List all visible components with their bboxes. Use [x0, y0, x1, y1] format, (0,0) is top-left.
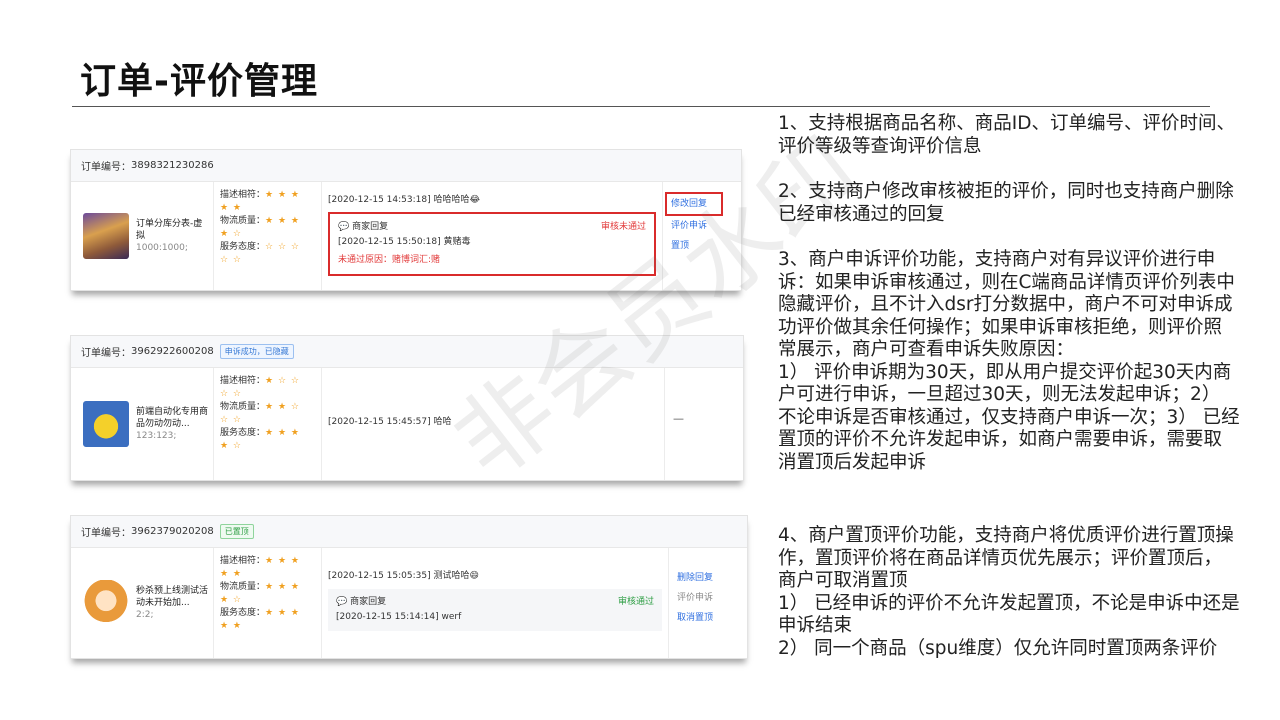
product-cell: 前端自动化专用商品勿动勿动... 123:123; — [71, 368, 214, 480]
order-number: 3898321230286 — [131, 160, 214, 171]
product-sku: 123:123; — [136, 431, 177, 441]
review-comment: [2020-12-15 14:53:18] 哈哈哈哈😂 — [328, 195, 480, 205]
star-icon: ★ ★ — [220, 569, 242, 579]
rating-desc-label: 描述相符： — [220, 376, 266, 386]
actions-cell: — — [665, 368, 743, 480]
product-thumbnail — [83, 580, 129, 626]
feature-description: 2、支持商户修改审核被拒的评价，同时也支持商户删除已经审核通过的回复 — [778, 181, 1240, 226]
review-status-badge: 审核通过 — [617, 597, 654, 607]
star-icon: ★ ☆ — [220, 595, 242, 605]
review-comment: [2020-12-15 15:05:35] 测试哈哈😄 — [328, 571, 479, 581]
order-label: 订单编号： — [81, 348, 131, 359]
page-title: 订单-评价管理 — [80, 61, 318, 102]
star-icon: ★ ★ ★ — [265, 428, 300, 438]
star-icon: ☆ ☆ — [220, 255, 242, 265]
delete-reply-link[interactable]: 删除回复 — [677, 568, 747, 588]
order-label: 订单编号： — [81, 528, 131, 539]
chat-icon: 💬 — [336, 597, 348, 607]
rating-service-label: 服务态度： — [220, 242, 266, 252]
rating-service-label: 服务态度： — [220, 608, 266, 618]
description-point-1: 1、支持根据商品名称、商品ID、订单编号、评价时间、评价等级等查询评价信息 — [778, 113, 1235, 157]
review-card-3: 订单编号： 3962379020208 已置顶 秒杀预上线测试活动未开始加...… — [70, 515, 748, 659]
appeal-review-link: 评价申诉 — [677, 593, 714, 603]
star-icon: ★ ★ ★ — [265, 608, 300, 618]
star-icon: ★ ★ ★ — [265, 556, 300, 566]
product-cell: 秒杀预上线测试活动未开始加... 2:2; — [71, 548, 214, 658]
rating-logistics-label: 物流质量： — [220, 582, 266, 592]
chat-icon: 💬 — [338, 222, 350, 232]
actions-cell: 删除回复 评价申诉 取消置顶 — [669, 548, 747, 658]
star-icon: ★ ★ ☆ — [265, 402, 300, 412]
no-action-placeholder: — — [673, 412, 684, 425]
product-thumbnail — [83, 213, 129, 259]
reply-text: [2020-12-15 15:14:14] werf — [336, 612, 462, 622]
star-icon: ★ ★ — [220, 203, 242, 213]
star-icon: ★ ☆ — [220, 441, 242, 451]
title-divider — [72, 106, 1210, 107]
order-number: 3962379020208 — [131, 526, 214, 537]
rating-cell: 描述相符： ★ ☆ ☆ ☆ ☆ 物流质量： ★ ★ ☆ ☆ ☆ 服务态度： ★ ★ ★… — [214, 368, 322, 480]
product-sku: 2:2; — [136, 610, 154, 620]
product-name: 秒杀预上线测试活动未开始加... — [136, 586, 209, 608]
description-point-3: 3、商户申诉评价功能，支持商户对有异议评价进行申诉：如果申诉审核通过，则在C端商… — [778, 249, 1240, 473]
unpin-review-link[interactable]: 取消置顶 — [677, 608, 747, 628]
rating-desc-label: 描述相符： — [220, 190, 266, 200]
description-point-2: 2、支持商户修改审核被拒的评价，同时也支持商户删除已经审核通过的回复 — [778, 181, 1234, 225]
product-sku: 1000:1000; — [136, 243, 188, 253]
rating-cell: 描述相符： ★ ★ ★ ★ ★ 物流质量： ★ ★ ★ ★ ☆ 服务态度： ★ ★ ★… — [214, 548, 322, 658]
merchant-reply-label: 商家回复 — [350, 597, 387, 607]
order-label: 订单编号： — [81, 162, 131, 173]
star-icon: ☆ ☆ — [220, 389, 242, 399]
rating-desc-label: 描述相符： — [220, 556, 266, 566]
star-icon: ★ ★ — [220, 621, 242, 631]
product-thumbnail — [83, 401, 129, 447]
star-icon: ★ ☆ — [220, 229, 242, 239]
description-point-4: 4、商户置顶评价功能，支持商户将优质评价进行置顶操作，置顶评价将在商品详情页优先… — [778, 525, 1240, 659]
star-icon: ★ ★ ★ — [265, 216, 300, 226]
product-name: 订单分库分表-虚拟 — [136, 219, 203, 241]
order-header: 订单编号： 3898321230286 — [71, 150, 741, 182]
product-name: 前端自动化专用商品勿动勿动... — [136, 407, 209, 429]
rating-service-label: 服务态度： — [220, 428, 266, 438]
rating-logistics-label: 物流质量： — [220, 216, 266, 226]
star-icon: ☆ ☆ ☆ — [265, 242, 300, 252]
status-badge: 已置顶 — [219, 524, 254, 539]
merchant-reply-box: 💬 商家回复 [2020-12-15 15:14:14] werf 审核通过 — [328, 589, 662, 631]
star-icon: ★ ★ ★ — [265, 582, 300, 592]
feature-description: 4、商户置顶评价功能，支持商户将优质评价进行置顶操作，置顶评价将在商品详情页优先… — [778, 525, 1240, 660]
order-number: 3962922600208 — [131, 346, 214, 357]
reply-text: [2020-12-15 15:50:18] 黄赌毒 — [338, 237, 471, 247]
feature-description: 1、支持根据商品名称、商品ID、订单编号、评价时间、评价等级等查询评价信息 — [778, 113, 1240, 158]
order-header: 订单编号： 3962379020208 已置顶 — [71, 516, 747, 548]
rating-cell: 描述相符： ★ ★ ★ ★ ★ 物流质量： ★ ★ ★ ★ ☆ 服务态度： ☆ ☆ ☆… — [214, 182, 322, 290]
status-badge: 申诉成功，已隐藏 — [219, 344, 294, 359]
star-icon: ☆ ☆ — [220, 415, 242, 425]
star-icon: ★ ☆ ☆ — [265, 376, 300, 386]
review-content-cell: [2020-12-15 15:05:35] 测试哈哈😄 💬 商家回复 [2020… — [322, 548, 669, 658]
merchant-reply-label: 商家回复 — [352, 222, 389, 232]
star-icon: ★ ★ ★ — [265, 190, 300, 200]
rating-logistics-label: 物流质量： — [220, 402, 266, 412]
feature-description: 3、商户申诉评价功能，支持商户对有异议评价进行申诉：如果申诉审核通过，则在C端商… — [778, 249, 1240, 474]
product-cell: 订单分库分表-虚拟 1000:1000; — [71, 182, 214, 290]
